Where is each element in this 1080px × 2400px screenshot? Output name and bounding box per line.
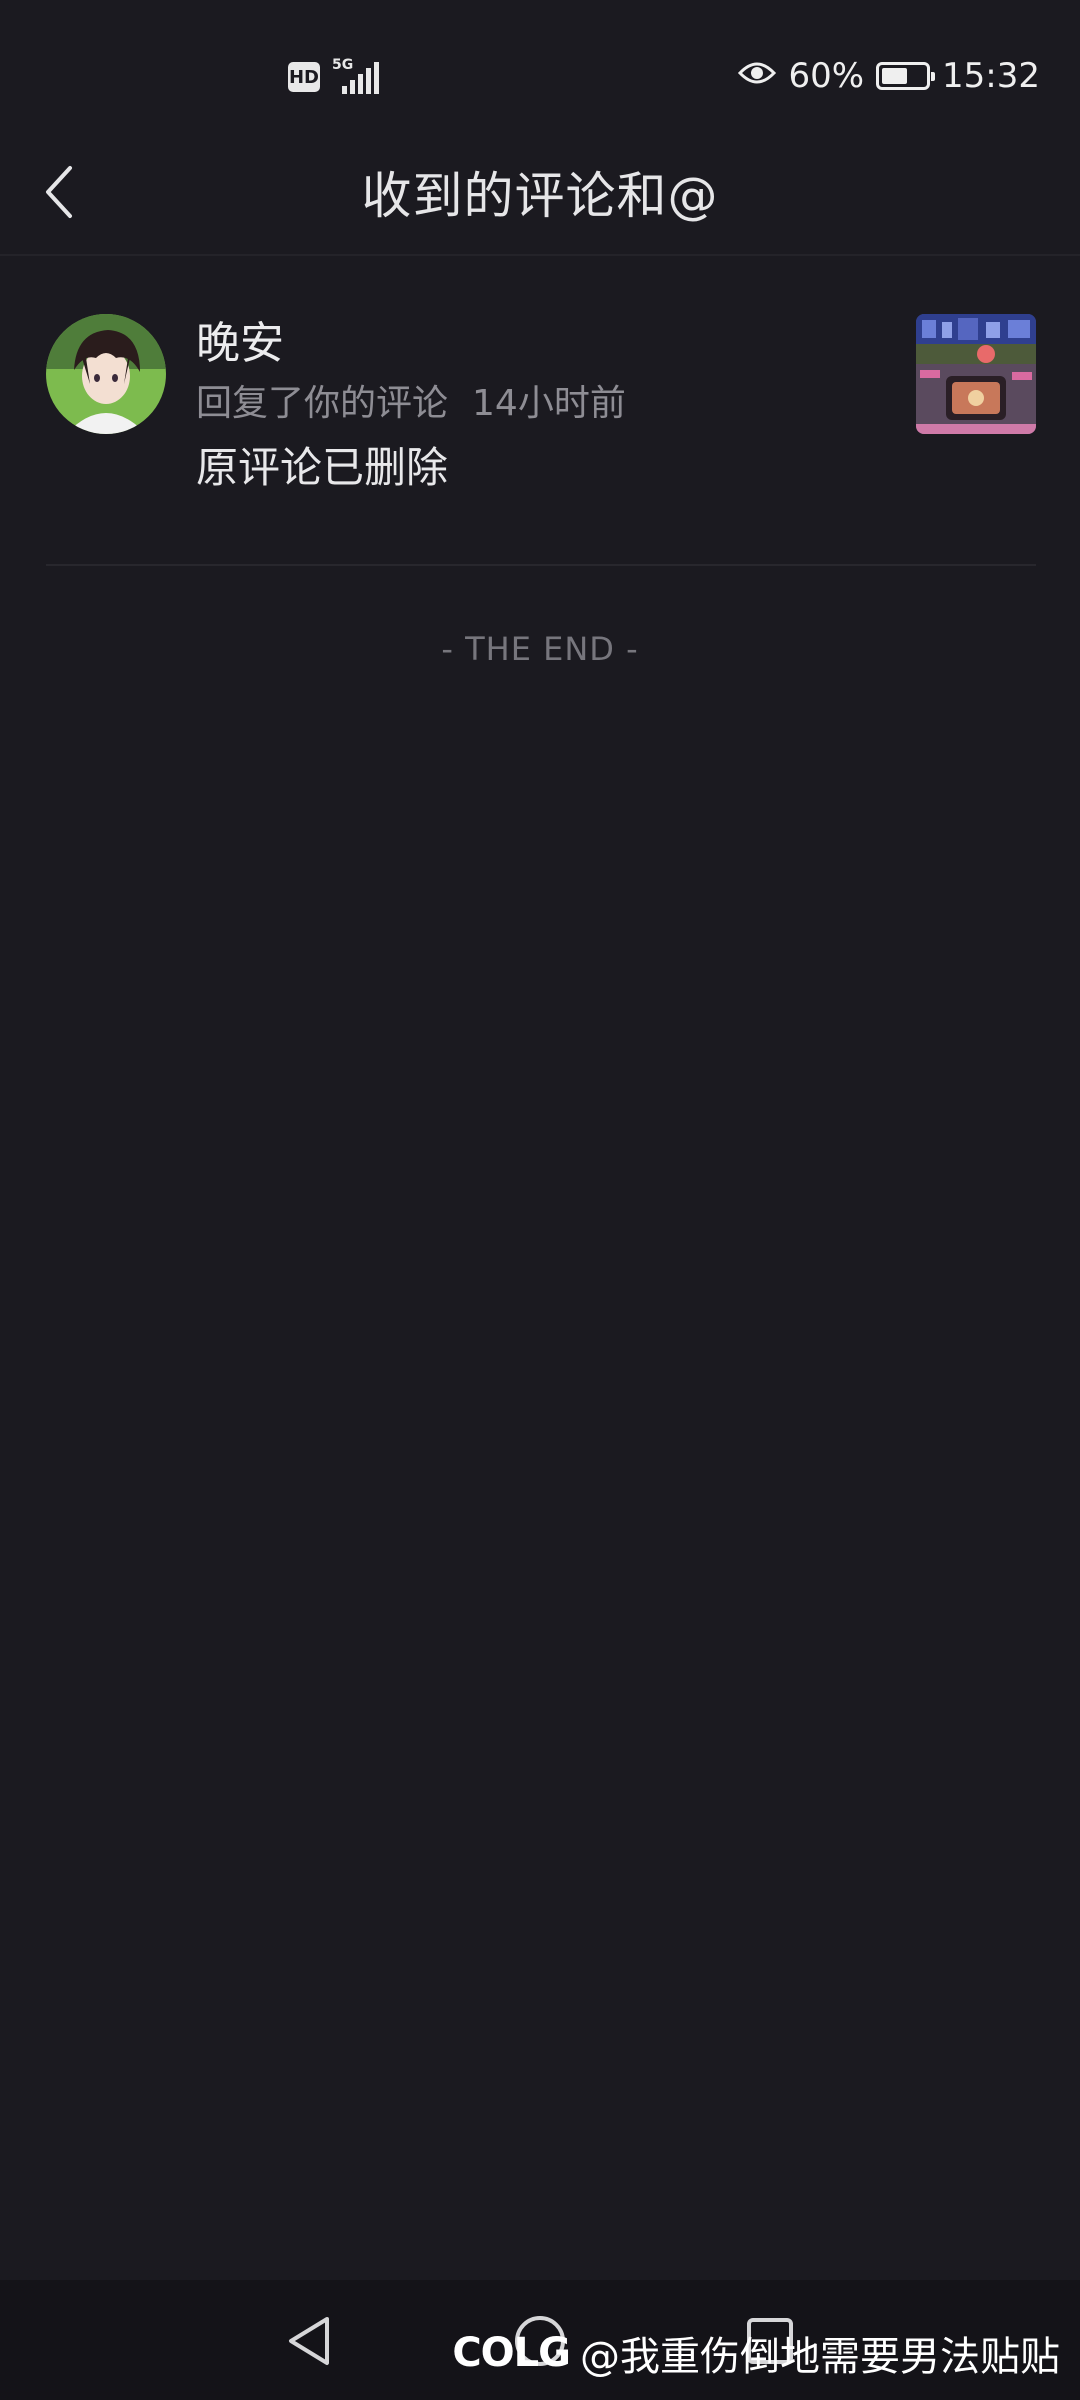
battery-icon <box>876 62 936 90</box>
status-bar: HD 5G 60% 15:32 <box>0 0 1080 130</box>
watermark: COLG @我重伤倒地需要男法贴贴 <box>452 2324 1060 2382</box>
system-nav-bar: COLG @我重伤倒地需要男法贴贴 <box>0 2280 1080 2400</box>
avatar[interactable] <box>46 314 166 434</box>
nav-back-button[interactable] <box>274 2306 344 2376</box>
app-header: 收到的评论和@ <box>0 130 1080 256</box>
triangle-back-icon <box>289 2317 329 2365</box>
notification-body: 晚安 回复了你的评论 14小时前 原评论已删除 <box>196 314 626 498</box>
comment-text: 原评论已删除 <box>196 443 449 492</box>
eye-icon <box>738 56 777 96</box>
notification-item[interactable]: 晚安 回复了你的评论 14小时前 原评论已删除 <box>46 300 1036 566</box>
back-button[interactable] <box>40 152 120 232</box>
list-end-label: - THE END - <box>441 630 639 668</box>
notification-meta: 回复了你的评论 14小时前 <box>196 378 626 430</box>
chevron-left-icon <box>46 166 72 218</box>
status-right: 60% 15:32 <box>738 56 1040 96</box>
post-thumbnail[interactable] <box>916 314 1036 434</box>
hd-icon: HD <box>288 62 320 92</box>
clock: 15:32 <box>942 56 1040 96</box>
action-text: 回复了你的评论 <box>196 383 449 424</box>
signal-icon: 5G <box>328 58 386 96</box>
colg-logo: COLG <box>452 2330 571 2376</box>
screen: HD 5G 60% 15:32 收到的评论和@ 晚安 回复了你的评论 14小时前… <box>0 0 1080 2400</box>
username[interactable]: 晚安 <box>196 314 626 374</box>
network-indicators: HD 5G <box>288 58 386 96</box>
timestamp: 14小时前 <box>472 383 626 424</box>
battery-percent: 60% <box>788 56 865 96</box>
page-title: 收到的评论和@ <box>361 167 719 225</box>
watermark-text: @我重伤倒地需要男法贴贴 <box>580 2334 1060 2380</box>
